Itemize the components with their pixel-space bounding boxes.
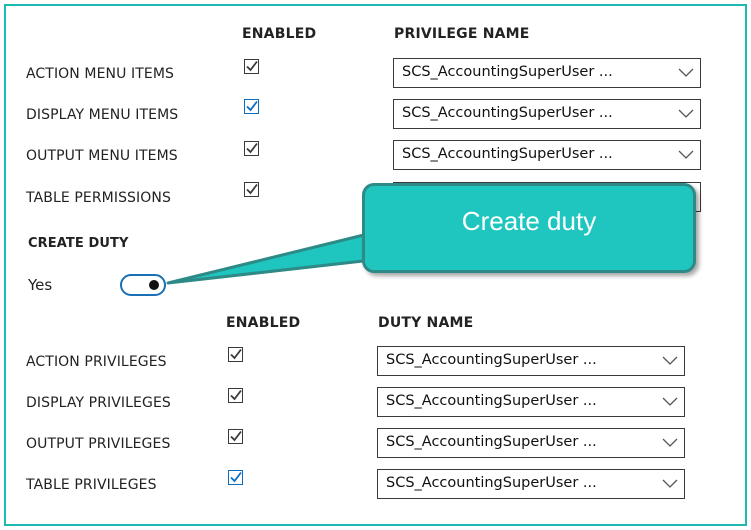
create-duty-callout: Create duty <box>362 183 696 273</box>
callout-text: Create duty <box>461 206 597 236</box>
